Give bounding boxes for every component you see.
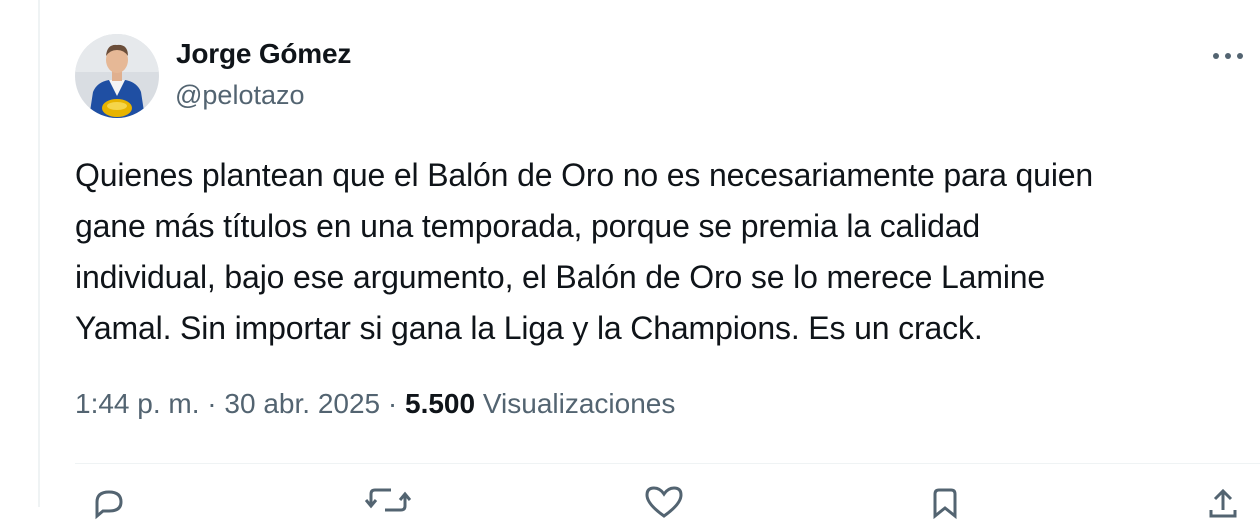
author-handle[interactable]: @pelotazo [175, 80, 305, 111]
bookmark-button[interactable] [927, 480, 963, 520]
heart-icon [645, 486, 683, 518]
reply-button[interactable] [89, 480, 129, 520]
tweet-text: Quienes plantean que el Balón de Oro no … [75, 157, 1094, 346]
meta-separator: · [207, 388, 217, 419]
like-button[interactable] [643, 480, 685, 520]
reply-icon [95, 490, 123, 520]
views-count: 5.500 [405, 388, 476, 419]
retweet-icon [365, 488, 411, 512]
more-horizontal-icon [1213, 53, 1243, 59]
tweet-date[interactable]: 30 abr. 2025 [224, 388, 380, 419]
tweet-card: Jorge Gómez @pelotazo Quienes plantean q… [40, 0, 1260, 520]
tweet-time[interactable]: 1:44 p. m. [75, 388, 200, 419]
more-options-button[interactable] [1208, 38, 1252, 74]
action-bar [75, 480, 1260, 520]
share-button[interactable] [1203, 480, 1243, 520]
retweet-button[interactable] [365, 480, 411, 520]
avatar[interactable] [75, 34, 159, 118]
author-display-name[interactable]: Jorge Gómez [176, 38, 351, 70]
bookmark-icon [933, 488, 957, 520]
share-icon [1209, 488, 1237, 518]
views-label[interactable]: Visualizaciones [483, 388, 676, 419]
meta-separator-2: · [387, 388, 398, 419]
divider [75, 463, 1260, 464]
tweet-meta: 1:44 p. m. · 30 abr. 2025 · 5.500 Visual… [75, 388, 675, 420]
